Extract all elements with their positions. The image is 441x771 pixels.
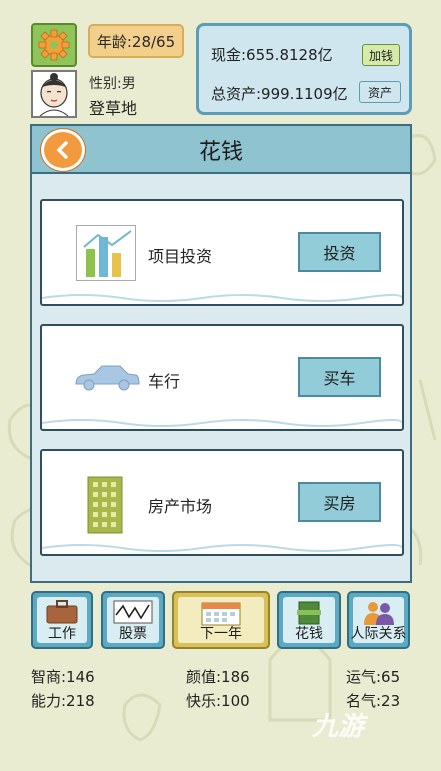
avatar[interactable] (31, 70, 77, 118)
dialog-title: 花钱 (198, 140, 243, 165)
stat-iq: 智商:146 (31, 668, 95, 686)
dialog-header: 花钱 (32, 126, 410, 174)
watermark-logo: 九游 (312, 712, 365, 742)
age-display: 年龄:28/65 (88, 24, 184, 58)
wave-decoration (42, 544, 402, 552)
money-panel: 现金:655.8128亿 加钱 总资产:999.1109亿 资产 (196, 23, 412, 115)
nav-label: 人际关系 (350, 626, 407, 642)
nav-label: 花钱 (295, 626, 323, 642)
wave-decoration (42, 419, 402, 427)
invest-button[interactable]: 投资 (298, 232, 381, 272)
buy-car-button[interactable]: 买车 (298, 357, 381, 397)
nav-label: 股票 (119, 626, 147, 642)
stat-ability: 能力:218 (31, 692, 95, 710)
option-label: 车行 (148, 372, 181, 391)
car-icon (75, 365, 140, 391)
option-label: 房产市场 (148, 497, 213, 516)
nav-social-button[interactable]: 人际关系 (347, 591, 410, 649)
stat-luck: 运气:65 (346, 668, 401, 686)
spend-dialog: 花钱 项目投资 投资 车行 买车 房产市场 买房 (30, 124, 412, 583)
gear-icon (38, 29, 70, 61)
bar-chart-icon (76, 225, 136, 281)
option-label: 项目投资 (148, 247, 213, 266)
option-card-car-dealer: 车行 买车 (40, 324, 404, 431)
option-card-real-estate: 房产市场 买房 (40, 449, 404, 556)
nav-spend-button[interactable]: 花钱 (277, 591, 341, 649)
option-card-investment: 项目投资 投资 (40, 199, 404, 306)
status-label: 登草地 (89, 99, 138, 118)
cash-value: 现金:655.8128亿 (211, 46, 333, 64)
nav-label: 工作 (48, 626, 76, 642)
briefcase-icon (46, 600, 78, 624)
assets-button[interactable]: 资产 (359, 81, 401, 103)
settings-button[interactable] (31, 23, 77, 67)
wave-decoration (42, 294, 402, 302)
next-year-button[interactable]: 下一年 (172, 591, 270, 649)
nav-stock-button[interactable]: 股票 (101, 591, 165, 649)
nav-label: 下一年 (200, 626, 242, 642)
stat-looks: 颜值:186 (186, 668, 250, 686)
stat-happiness: 快乐:100 (186, 692, 250, 710)
gender-label: 性别:男 (89, 76, 136, 92)
stock-chart-icon (113, 600, 153, 624)
total-assets-value: 总资产:999.1109亿 (211, 85, 348, 103)
buy-house-button[interactable]: 买房 (298, 482, 381, 522)
building-icon (87, 476, 123, 534)
character-portrait-icon (39, 73, 69, 117)
nav-work-button[interactable]: 工作 (31, 591, 93, 649)
add-cash-button[interactable]: 加钱 (362, 44, 400, 66)
